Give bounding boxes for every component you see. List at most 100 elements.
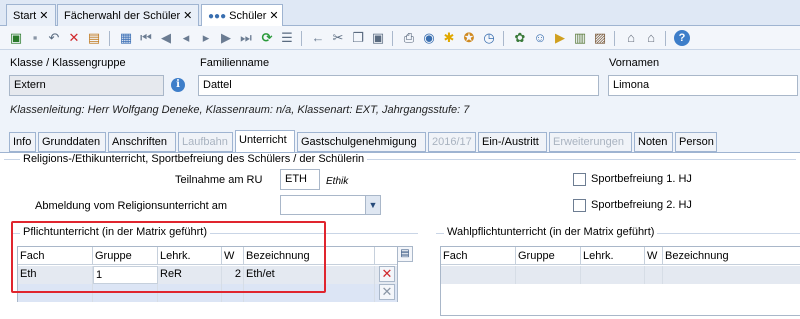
cell-fach[interactable]: Eth	[18, 266, 93, 284]
info-icon[interactable]: i	[171, 78, 185, 92]
tab-noten[interactable]: Noten	[634, 132, 673, 152]
arrow-left-icon[interactable]: ←	[310, 30, 326, 46]
column-header[interactable]: Gruppe	[516, 247, 581, 265]
next-record-icon[interactable]: ▸	[198, 30, 214, 46]
tab-anschriften[interactable]: Anschriften	[108, 132, 176, 152]
column-header[interactable]: Gruppe	[93, 247, 158, 265]
tab-unterricht[interactable]: Unterricht	[235, 130, 295, 153]
cell-fach[interactable]	[18, 284, 93, 302]
cell-bezeichnung[interactable]	[244, 284, 375, 302]
column-chooser-icon[interactable]: ▤	[397, 246, 413, 262]
column-header[interactable]: W	[222, 247, 244, 265]
list-icon[interactable]: ☰	[279, 30, 295, 46]
abmeldung-date-picker[interactable]: ▼	[280, 195, 381, 215]
first-record-icon[interactable]: ⏮	[138, 30, 154, 46]
doc-tab-label: Start	[13, 10, 37, 22]
cell-bezeichnung[interactable]: Eth/et	[244, 266, 375, 284]
delete-row-icon[interactable]: ✕	[379, 284, 395, 300]
close-icon[interactable]: ✕	[183, 10, 192, 22]
cell-lehrk[interactable]	[581, 266, 645, 284]
table-row[interactable]: Eth 1 ReR 2 Eth/et	[18, 266, 397, 284]
certificate-icon[interactable]: ✪	[461, 30, 477, 46]
filter-icon[interactable]: ▦	[118, 30, 134, 46]
settings-icon[interactable]: ✿	[512, 30, 528, 46]
help-icon[interactable]: ?	[674, 30, 690, 46]
cell-fach[interactable]	[441, 266, 516, 284]
toolbar-separator	[392, 31, 393, 46]
abmeldung-label: Abmeldung vom Religionsunterricht am	[35, 200, 227, 212]
teilnahme-field[interactable]: ETH	[280, 169, 320, 190]
toolbar-separator	[614, 31, 615, 46]
paste-icon[interactable]: ▣	[370, 30, 386, 46]
refresh-icon[interactable]: ⟳	[259, 30, 275, 46]
form-tab-bar: Info Grunddaten Anschriften Laufbahn Unt…	[0, 130, 800, 153]
teilnahme-hint: Ethik	[326, 176, 349, 187]
cell-w[interactable]	[645, 266, 663, 284]
tab-grunddaten[interactable]: Grunddaten	[38, 132, 106, 152]
new-record-icon[interactable]: ▣	[8, 30, 24, 46]
familienname-field[interactable]: Dattel	[198, 75, 599, 96]
save-icon[interactable]: ▪	[27, 30, 43, 46]
doc-tab-start[interactable]: Start ✕	[6, 4, 56, 26]
previous-record-icon[interactable]: ◂	[178, 30, 194, 46]
tab-person[interactable]: Person	[675, 132, 717, 152]
klasse-field[interactable]: Extern	[9, 75, 164, 96]
tab-info[interactable]: Info	[9, 132, 36, 152]
export-icon[interactable]: ▶	[552, 30, 568, 46]
cell-bezeichnung[interactable]	[663, 266, 800, 284]
close-icon[interactable]: ✕	[39, 10, 48, 22]
fast-forward-icon[interactable]: ▶	[218, 30, 234, 46]
chevron-down-icon[interactable]: ▼	[365, 196, 380, 214]
cell-gruppe[interactable]: 1	[93, 266, 158, 284]
toolbar-separator	[503, 31, 504, 46]
column-header[interactable]: Fach	[18, 247, 93, 265]
table-row-new[interactable]	[441, 266, 800, 284]
tab-gastschulgenehmigung[interactable]: Gastschulgenehmigung	[297, 132, 426, 152]
chart-icon[interactable]: ▥	[572, 30, 588, 46]
klasse-label: Klasse / Klassengruppe	[10, 57, 126, 69]
cut-icon[interactable]: ✂	[330, 30, 346, 46]
table-row-new[interactable]	[18, 284, 397, 302]
id-card-icon[interactable]: ▨	[592, 30, 608, 46]
copy-icon[interactable]: ❐	[350, 30, 366, 46]
doc-tab-schueler[interactable]: ●●● Schüler ✕	[201, 4, 283, 27]
column-header[interactable]: Lehrk.	[581, 247, 645, 265]
vornamen-label: Vornamen	[609, 57, 660, 69]
sport2-label: Sportbefreiung 2. HJ	[591, 199, 692, 211]
column-header[interactable]: Bezeichnung	[663, 247, 800, 265]
print-icon[interactable]: ⎙	[401, 30, 417, 46]
house-icon[interactable]: ⌂	[623, 30, 639, 46]
house-alt-icon[interactable]: ⌂	[643, 30, 659, 46]
cell-lehrk[interactable]: ReR	[158, 266, 222, 284]
last-record-icon[interactable]: ⏭	[238, 30, 254, 46]
vornamen-field[interactable]: Limona	[608, 75, 798, 96]
sport1-checkbox[interactable]	[573, 173, 586, 186]
cell-w[interactable]	[222, 284, 244, 302]
column-header[interactable]: W	[645, 247, 663, 265]
fast-back-icon[interactable]: ◀	[158, 30, 174, 46]
toolbar-separator	[301, 31, 302, 46]
column-header[interactable]: Fach	[441, 247, 516, 265]
column-header[interactable]: Bezeichnung	[244, 247, 375, 265]
toolbar-separator	[109, 31, 110, 46]
close-icon[interactable]: ✕	[269, 10, 278, 22]
cell-gruppe[interactable]	[516, 266, 581, 284]
delete-icon[interactable]: ✕	[66, 30, 82, 46]
user-icon[interactable]: ☺	[532, 30, 548, 46]
cell-gruppe[interactable]	[93, 284, 158, 302]
column-header[interactable]: Lehrk.	[158, 247, 222, 265]
preview-icon[interactable]: ◉	[421, 30, 437, 46]
wahl-table: Fach Gruppe Lehrk. W Bezeichnung	[440, 246, 800, 316]
doc-tab-faecherwahl[interactable]: Fächerwahl der Schüler ✕	[57, 4, 199, 26]
undo-icon[interactable]: ↶	[46, 30, 62, 46]
people-icon: ●●●	[208, 11, 227, 22]
tab-ein-austritt[interactable]: Ein-/Austritt	[478, 132, 547, 152]
clear-icon[interactable]: ▤	[86, 30, 102, 46]
cell-w[interactable]: 2	[222, 266, 244, 284]
clock-icon[interactable]: ◷	[481, 30, 497, 46]
delete-row-icon[interactable]: ✕	[379, 266, 395, 282]
lightbulb-icon[interactable]: ✱	[441, 30, 457, 46]
sport2-checkbox[interactable]	[573, 199, 586, 212]
cell-lehrk[interactable]	[158, 284, 222, 302]
unterricht-panel: Religions-/Ethikunterricht, Sportbefreiu…	[0, 152, 800, 319]
